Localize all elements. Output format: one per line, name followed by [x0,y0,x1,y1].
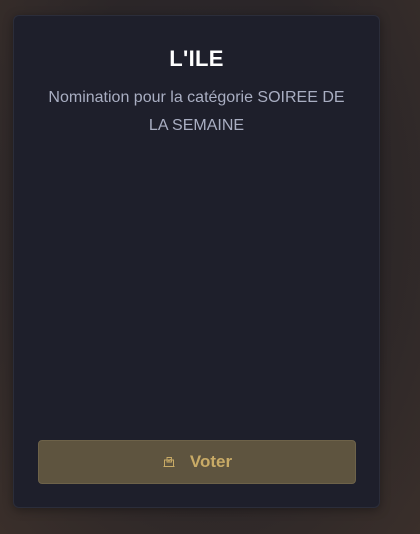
vote-button-label: Voter [189,452,233,471]
ballot-box-icon [162,455,176,469]
nomination-card: L'ILE Nomination pour la catégorie SOIRE… [13,15,380,508]
card-subtitle: Nomination pour la catégorie SOIREE DE L… [48,89,345,134]
vote-button[interactable]: Voter [38,440,356,484]
card-title: L'ILE [169,46,224,71]
